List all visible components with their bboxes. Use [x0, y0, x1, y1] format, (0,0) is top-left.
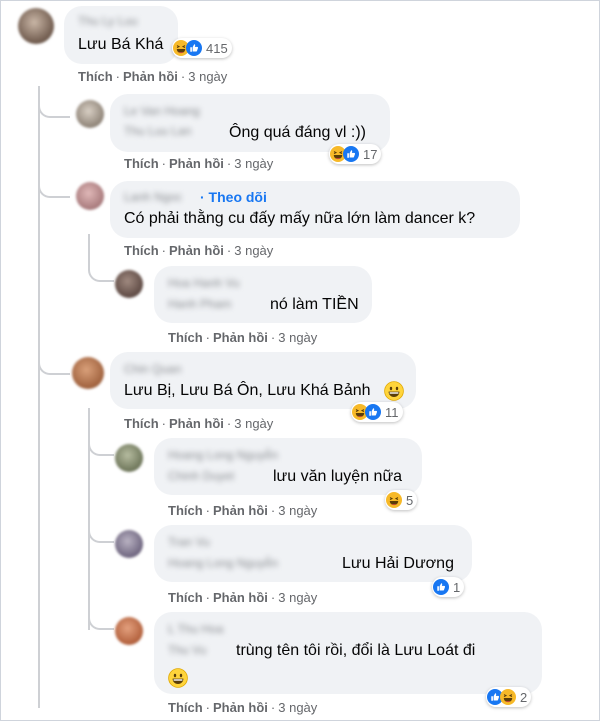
reaction-summary[interactable]: 1 [432, 577, 465, 597]
avatar[interactable] [115, 617, 143, 645]
comment-bubble [154, 266, 372, 323]
reply-link[interactable]: Phản hồi [213, 700, 268, 715]
author-name[interactable]: Hoang Long Nguyễn [168, 448, 278, 462]
reaction-count: 415 [206, 40, 228, 56]
author-name[interactable]: Hoa Hanh Vu [168, 276, 240, 290]
like-link[interactable]: Thích [124, 416, 159, 431]
author-name-line-2: Thu Luu Lan [124, 124, 192, 138]
comment-actions: Thích · Phản hồi · 3 ngày [78, 69, 228, 84]
avatar[interactable] [115, 444, 143, 472]
timestamp[interactable]: 3 ngày [278, 503, 317, 518]
like-link[interactable]: Thích [78, 69, 113, 84]
like-icon [433, 579, 449, 595]
thread-connector-3 [38, 172, 70, 198]
timestamp[interactable]: 3 ngày [234, 416, 273, 431]
reaction-count: 17 [363, 146, 378, 162]
avatar[interactable] [18, 8, 54, 44]
avatar[interactable] [72, 357, 104, 389]
reply-link[interactable]: Phản hồi [169, 243, 224, 258]
reply-link[interactable]: Phản hồi [213, 590, 268, 605]
reaction-count: 2 [520, 689, 528, 705]
author-name[interactable]: Thu Ly Luu [78, 14, 138, 28]
author-name-line-2: Hanh Pham [168, 297, 232, 311]
reply-link[interactable]: Phản hồi [213, 330, 268, 345]
reaction-summary[interactable]: 5 [385, 490, 418, 510]
comment-text: Lưu Hải Dương [342, 555, 454, 572]
like-icon [365, 404, 381, 420]
thread-connector-8 [88, 604, 114, 630]
like-link[interactable]: Thích [124, 243, 159, 258]
haha-icon [500, 689, 516, 705]
timestamp[interactable]: 3 ngày [278, 330, 317, 345]
timestamp[interactable]: 3 ngày [188, 69, 227, 84]
thread-connector-6 [88, 430, 114, 456]
comment-text: lưu văn luyện nữa [273, 468, 403, 485]
like-icon [186, 40, 202, 56]
reaction-count: 5 [406, 492, 414, 508]
comment-bubble [110, 352, 416, 409]
comment-actions: Thích · Phản hồi · 3 ngày [124, 156, 274, 171]
timestamp[interactable]: 3 ngày [234, 243, 273, 258]
timestamp[interactable]: 3 ngày [278, 700, 317, 715]
follow-link[interactable]: · Theo dõi [200, 189, 267, 205]
author-name-line-2: Chinh Duyet [168, 469, 235, 483]
author-name-line-2: Hoang Long Nguyễn [168, 556, 279, 570]
reaction-summary[interactable]: 2 [486, 687, 532, 707]
author-name-line-2: Thu Vu [168, 643, 207, 657]
grin-emoji-icon [168, 668, 188, 688]
thread-connector-2 [38, 92, 70, 118]
like-link[interactable]: Thích [124, 156, 159, 171]
avatar[interactable] [76, 100, 104, 128]
comment-text: Lưu Bị, Lưu Bá Ôn, Lưu Khá Bảnh [124, 382, 371, 399]
like-link[interactable]: Thích [168, 700, 203, 715]
comment-bubble [154, 438, 422, 495]
reply-link[interactable]: Phản hồi [213, 503, 268, 518]
comment-text: Lưu Bá Khá [78, 36, 164, 53]
author-name[interactable]: Chin Quan [124, 362, 181, 376]
reaction-summary[interactable]: 17 [329, 144, 382, 164]
like-link[interactable]: Thích [168, 503, 203, 518]
comment-actions: Thích · Phản hồi · 3 ngày [124, 243, 274, 258]
comment-actions: Thích · Phản hồi · 3 ngày [168, 503, 318, 518]
reply-link[interactable]: Phản hồi [169, 416, 224, 431]
like-link[interactable]: Thích [168, 330, 203, 345]
comment-text: nó làm TIỀN [270, 296, 359, 313]
thread-connector-7 [88, 517, 114, 543]
reply-link[interactable]: Phản hồi [169, 156, 224, 171]
comment-actions: Thích · Phản hồi · 3 ngày [168, 330, 318, 345]
avatar[interactable] [115, 530, 143, 558]
author-name[interactable]: Lanh Ngoc [124, 190, 182, 204]
avatar[interactable] [115, 270, 143, 298]
thread-line-sub-1 [88, 234, 114, 282]
comment-text: Có phải thằng cu đấy mấy nữa lớn làm dan… [124, 210, 476, 227]
reply-link[interactable]: Phản hồi [123, 69, 178, 84]
author-name[interactable]: Le Van Hoang [124, 104, 200, 118]
grin-emoji-icon [384, 381, 404, 401]
comment-text: trùng tên tôi rồi, đổi là Lưu Loát đi [236, 642, 476, 659]
comment-actions: Thích · Phản hồi · 3 ngày [124, 416, 274, 431]
comment-actions: Thích · Phản hồi · 3 ngày [168, 590, 318, 605]
thread-connector-5 [38, 345, 70, 375]
avatar[interactable] [76, 182, 104, 210]
haha-icon [386, 492, 402, 508]
reaction-summary[interactable]: 11 [351, 402, 403, 422]
comment-actions: Thích · Phản hồi · 3 ngày [168, 700, 318, 715]
author-name[interactable]: Tran Vu [168, 535, 210, 549]
reaction-count: 1 [453, 579, 461, 595]
comment-bubble [154, 525, 472, 582]
author-name[interactable]: L Thu Hoa [168, 622, 223, 636]
reaction-count: 11 [385, 404, 399, 420]
like-link[interactable]: Thích [168, 590, 203, 605]
like-icon [343, 146, 359, 162]
reaction-summary[interactable]: 415 [172, 38, 232, 58]
timestamp[interactable]: 3 ngày [234, 156, 273, 171]
timestamp[interactable]: 3 ngày [278, 590, 317, 605]
comment-text: Ông quá đáng vl :)) [229, 124, 366, 141]
